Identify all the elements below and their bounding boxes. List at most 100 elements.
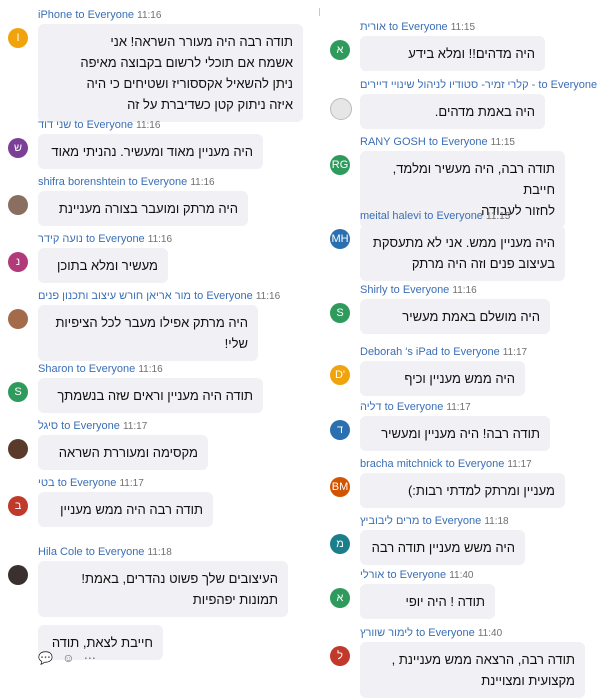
message-bubble[interactable]: היה מרתק ומועבר בצורה מעניינת bbox=[38, 191, 248, 226]
avatar[interactable] bbox=[8, 309, 28, 329]
avatar[interactable]: BM bbox=[330, 477, 350, 497]
message-bubble[interactable]: תודה היה מעניין וראים שזה בנשמתך bbox=[38, 378, 263, 413]
avatar[interactable]: ש bbox=[8, 138, 28, 158]
avatar[interactable]: S bbox=[8, 382, 28, 402]
sender-name[interactable]: דליה bbox=[360, 401, 382, 413]
recipient-label: Everyone bbox=[441, 136, 488, 148]
message-bubble[interactable]: היה מדהים!! ומלא בידע bbox=[360, 36, 545, 71]
timestamp: 11:17 bbox=[507, 459, 532, 470]
avatar[interactable]: ל bbox=[330, 646, 350, 666]
avatar[interactable]: א bbox=[330, 40, 350, 60]
avatar[interactable]: מ bbox=[330, 534, 350, 554]
message-header: בטי to Everyone 11:17 bbox=[38, 476, 144, 491]
message-bubble[interactable]: תודה רבה היה מעורר השראה! אני אשמח אם תוכ… bbox=[38, 24, 303, 122]
message-text-line: אשמח אם תוכלי לרשום בקבוצה מאיפה bbox=[80, 55, 293, 70]
avatar[interactable] bbox=[8, 195, 28, 215]
message-text-line: תודה ! היה יופי bbox=[405, 594, 485, 609]
avatar[interactable]: D' bbox=[330, 365, 350, 385]
avatar[interactable]: MH bbox=[330, 229, 350, 249]
sender-name[interactable]: Sharon bbox=[38, 363, 73, 375]
sender-name[interactable]: נועה קידר bbox=[38, 233, 83, 245]
message-text-line: תודה רבה, היה מעשיר ומלמד, חייבת bbox=[392, 161, 555, 197]
message-bubble[interactable]: היה מושלם באמת מעשיר bbox=[360, 299, 550, 334]
message-actions: 💬 ☺ ⋯ bbox=[38, 651, 102, 665]
to-label: to bbox=[416, 627, 426, 639]
to-label: to bbox=[388, 21, 399, 33]
reply-icon[interactable]: 💬 bbox=[38, 651, 53, 665]
message-text-line: תודה רבה, הרצאה ממש מעניינת , bbox=[391, 652, 575, 667]
message-bubble[interactable]: העיצובים שלך פשוט נהדרים, באמת! תמונות יפ… bbox=[38, 561, 288, 617]
avatar[interactable]: RG bbox=[330, 155, 350, 175]
message-text-line: היה מעניין מאוד ומעשיר. נהניתי מאוד bbox=[51, 144, 253, 159]
to-label: to bbox=[390, 284, 400, 296]
sender-name[interactable]: בטי bbox=[38, 477, 55, 489]
timestamp: 11:17 bbox=[122, 421, 148, 432]
message-bubble[interactable]: תודה ! היה יופי bbox=[360, 584, 495, 619]
message-bubble[interactable]: היה מעניין מאוד ומעשיר. נהניתי מאוד bbox=[38, 134, 263, 169]
sender-name[interactable]: Shirly bbox=[360, 284, 388, 296]
emoji-icon[interactable]: ☺ bbox=[62, 651, 74, 665]
message-header: Sharon to Everyone 11:16 bbox=[38, 362, 163, 377]
timestamp: 11:15 bbox=[490, 137, 515, 148]
message-bubble[interactable]: היה משש מעניין תודה רבה bbox=[360, 530, 525, 565]
message-bubble[interactable]: תודה רבה, הרצאה ממש מעניינת , מקצועית ומצ… bbox=[360, 642, 585, 698]
message-bubble[interactable]: מקסימה ומעוררת השראה bbox=[38, 435, 208, 470]
message-text-line: היה מעניין ממש. אני לא מתעסקת bbox=[372, 235, 555, 250]
to-label: to bbox=[74, 119, 84, 131]
chat-column-right: א אורית to Everyone 11:15 היה מדהים!! ומלא… bbox=[330, 0, 600, 698]
to-label: to bbox=[445, 458, 455, 470]
message-header: אורלי to Everyone 11:40 bbox=[360, 568, 473, 583]
sender-name[interactable]: אורית bbox=[360, 21, 386, 33]
message-header: meital halevi to Everyone 11:15 bbox=[360, 209, 510, 224]
to-label: to bbox=[85, 546, 95, 558]
message-text-line: חייבת לצאת, תודה bbox=[51, 635, 153, 650]
sender-name[interactable]: RANY GOSH bbox=[360, 136, 426, 148]
message-header: shifra borenshtein to Everyone 11:16 bbox=[38, 175, 215, 190]
sender-name[interactable]: Deborah 's iPad bbox=[360, 346, 438, 358]
message-bubble[interactable]: היה ממש מעניין וכיף bbox=[360, 361, 525, 396]
avatar[interactable]: S bbox=[330, 303, 350, 323]
sender-name[interactable]: אורלי bbox=[360, 569, 384, 581]
avatar[interactable] bbox=[8, 439, 28, 459]
message-text-line: תודה רבה היה ממש מעניין bbox=[60, 502, 203, 517]
avatar[interactable] bbox=[330, 98, 352, 120]
sender-name[interactable]: iPhone bbox=[38, 9, 72, 21]
avatar[interactable]: I bbox=[8, 28, 28, 48]
chat-column-left: IiPhone to Everyone 11:16 תודה רבה היה מע… bbox=[0, 0, 303, 685]
sender-name[interactable]: meital halevi bbox=[360, 210, 421, 222]
to-label: to bbox=[428, 136, 439, 148]
message-text-line: היה מרתק אפילו מעבר לכל הציפיות bbox=[55, 315, 248, 330]
to-label: to bbox=[441, 346, 451, 358]
sender-name[interactable]: סיגל bbox=[38, 420, 58, 432]
message-bubble[interactable]: תודה רבה היה ממש מעניין bbox=[38, 492, 213, 527]
recipient-label: Everyone bbox=[550, 79, 598, 91]
sender-name[interactable]: לימור שוורץ bbox=[360, 627, 413, 639]
message-bubble[interactable]: תודה רבה! היה מעניין ומעשיר bbox=[360, 416, 550, 451]
avatar[interactable]: נ bbox=[8, 252, 28, 272]
recipient-label: Everyone bbox=[402, 284, 450, 296]
avatar[interactable]: ד bbox=[330, 420, 350, 440]
recipient-label: Everyone bbox=[140, 176, 188, 188]
sender-name[interactable]: מור אריאן חורש עיצוב ותכנון פנים bbox=[38, 290, 191, 302]
sender-name[interactable]: bracha mitchnick bbox=[360, 458, 443, 470]
sender-name[interactable]: מרים ליבוביץ bbox=[360, 515, 419, 527]
message-header: שני דוד to Everyone 11:16 bbox=[38, 118, 160, 133]
sender-name[interactable]: קלרי זמיר- סטודיו לניהול שינויי דיירים - bbox=[360, 79, 535, 91]
message-text-line: תודה היה מעניין וראים שזה בנשמתך bbox=[57, 388, 253, 403]
message-header: אורית to Everyone 11:15 bbox=[360, 20, 475, 35]
message-bubble[interactable]: היה מרתק אפילו מעבר לכל הציפיות שלי! bbox=[38, 305, 258, 361]
message-bubble[interactable]: מעניין ומרתק למדתי רבות:) bbox=[360, 473, 565, 508]
sender-name[interactable]: Hila Cole bbox=[38, 546, 83, 558]
message-bubble[interactable]: היה באמת מדהים. bbox=[360, 94, 545, 129]
message-header: iPhone to Everyone 11:16 bbox=[38, 8, 161, 23]
more-icon[interactable]: ⋯ bbox=[84, 651, 96, 665]
message-bubble[interactable]: מעשיר ומלא בתוכן bbox=[38, 248, 168, 283]
avatar[interactable]: ב bbox=[8, 496, 28, 516]
sender-name[interactable]: shifra borenshtein bbox=[38, 176, 125, 188]
timestamp: 11:16 bbox=[190, 177, 215, 188]
message-text-line: העיצובים שלך פשוט נהדרים, באמת! bbox=[81, 571, 278, 586]
avatar[interactable]: א bbox=[330, 588, 350, 608]
message-bubble[interactable]: היה מעניין ממש. אני לא מתעסקת בעיצוב פנים… bbox=[360, 225, 565, 281]
avatar[interactable] bbox=[8, 565, 28, 585]
sender-name[interactable]: שני דוד bbox=[38, 119, 71, 131]
